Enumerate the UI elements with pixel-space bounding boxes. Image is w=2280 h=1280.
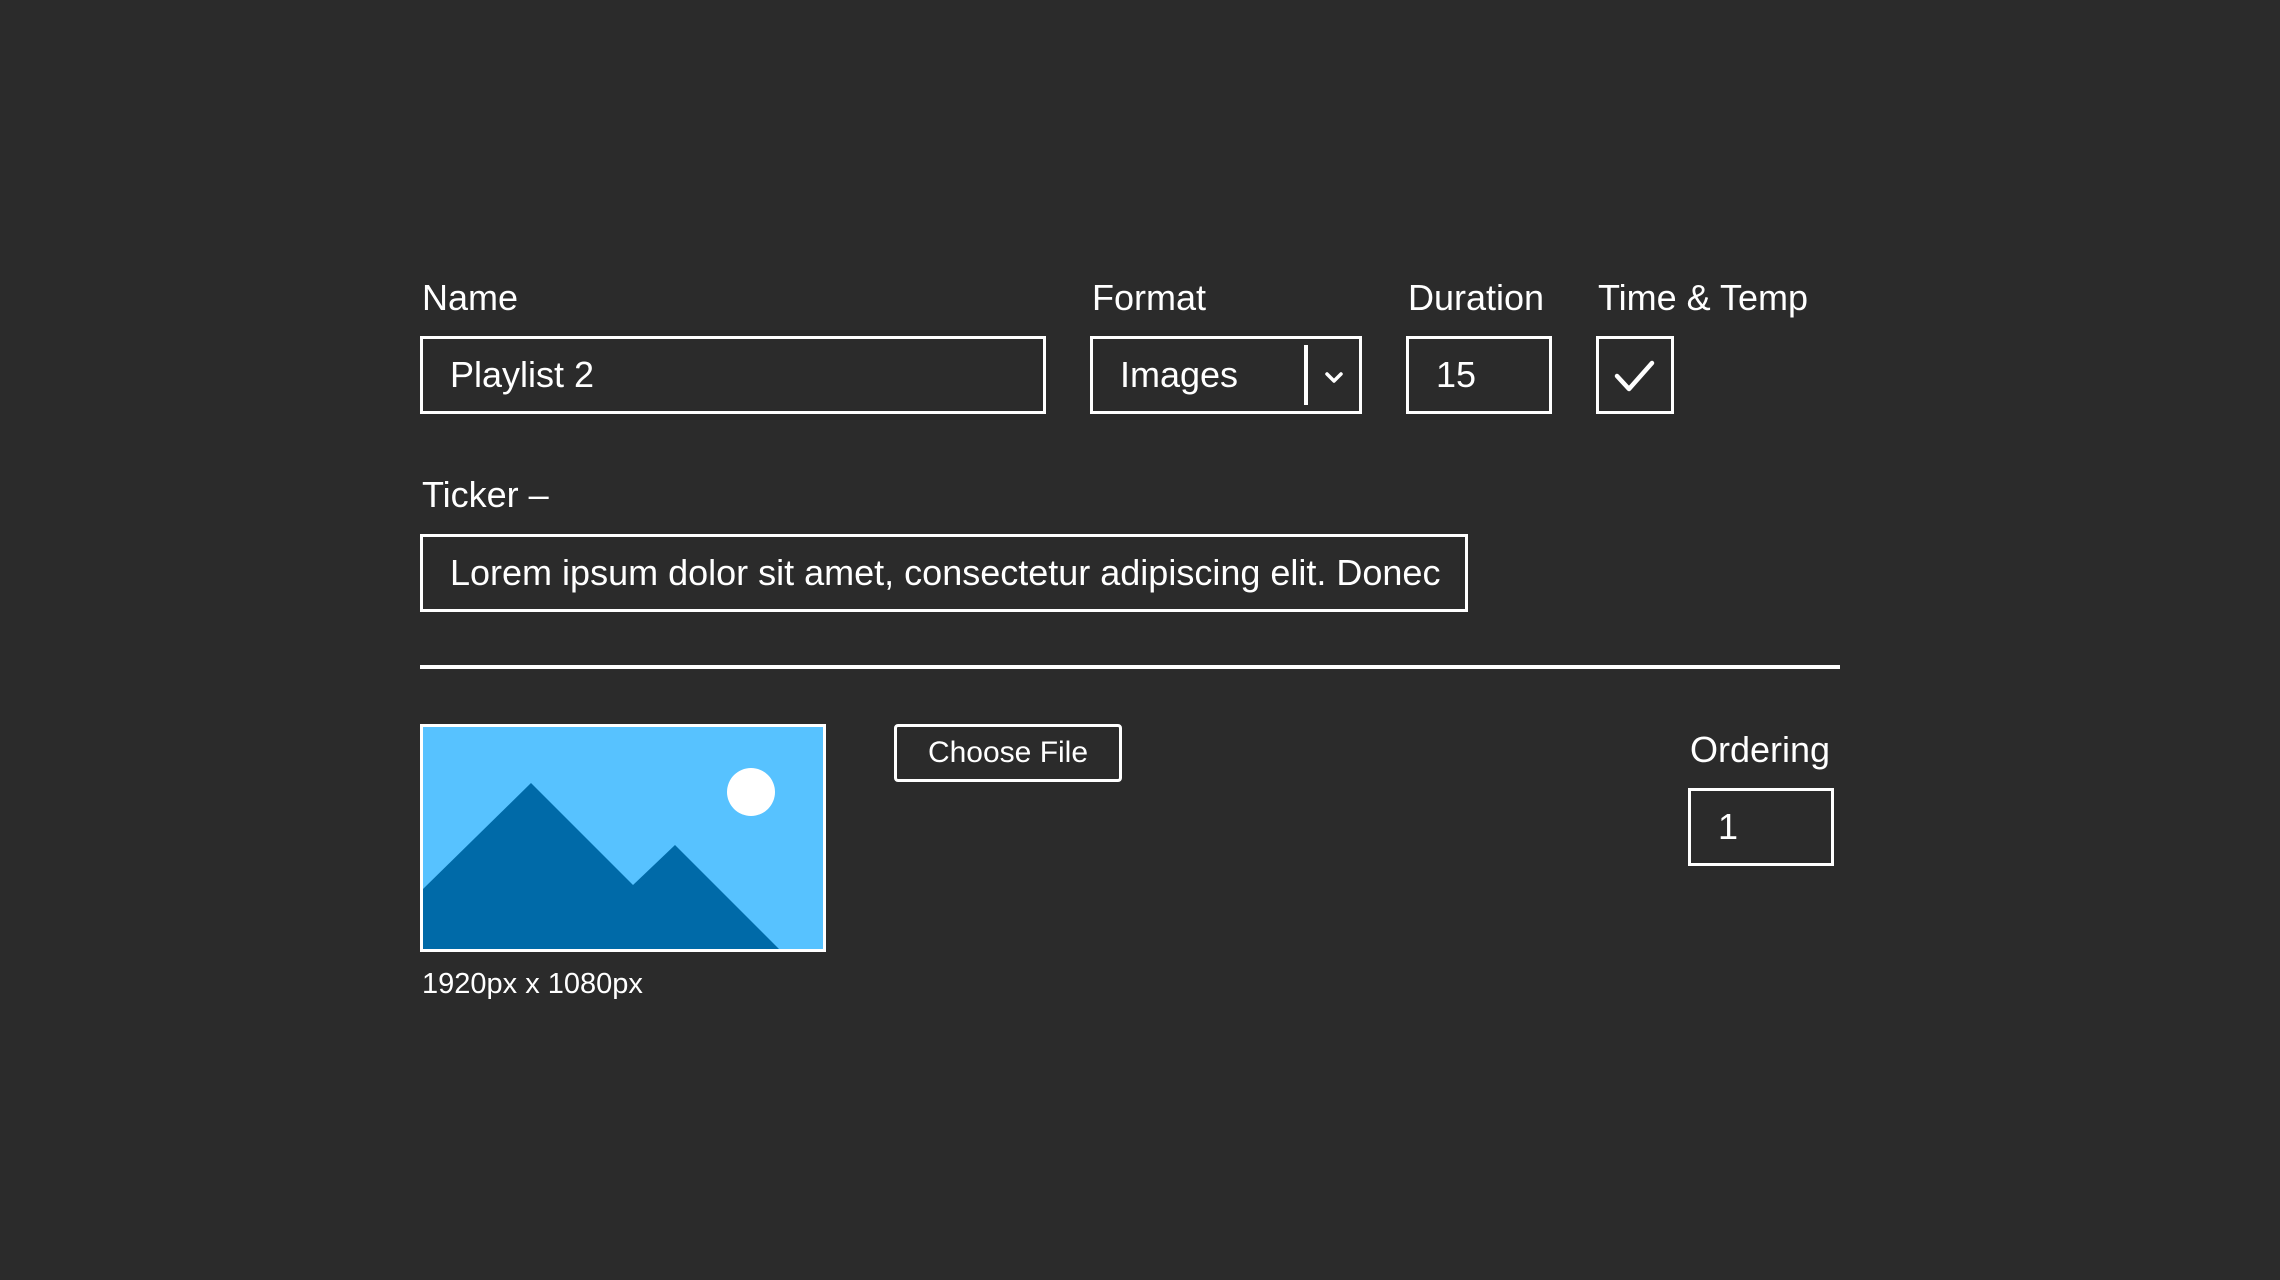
time-temp-label: Time & Temp bbox=[1598, 277, 1809, 318]
format-select-value: Images bbox=[1120, 354, 1239, 395]
image-placeholder-icon bbox=[420, 724, 826, 952]
image-preview bbox=[423, 727, 823, 949]
section-divider bbox=[420, 665, 1840, 669]
time-temp-checkbox[interactable] bbox=[1596, 336, 1674, 414]
playlist-editor: Name Playlist 2 Format Images Duration 1… bbox=[0, 0, 2280, 1280]
duration-input[interactable]: 15 bbox=[1406, 336, 1552, 414]
chevron-down-icon[interactable] bbox=[1319, 363, 1349, 393]
name-input[interactable]: Playlist 2 bbox=[420, 336, 1046, 414]
duration-label: Duration bbox=[1408, 277, 1545, 318]
select-divider bbox=[1304, 345, 1308, 405]
ordering-input[interactable]: 1 bbox=[1688, 788, 1834, 866]
ordering-label: Ordering bbox=[1690, 729, 1831, 770]
image-dimensions: 1920px x 1080px bbox=[422, 968, 643, 1000]
format-select[interactable]: Images bbox=[1090, 336, 1362, 414]
choose-file-button[interactable]: Choose File bbox=[894, 724, 1122, 782]
ticker-label: Ticker – bbox=[422, 474, 549, 515]
name-label: Name bbox=[422, 277, 519, 318]
format-label: Format bbox=[1092, 277, 1207, 318]
checkmark-icon bbox=[1614, 360, 1655, 392]
ticker-input[interactable]: Lorem ipsum dolor sit amet, consectetur … bbox=[420, 534, 1468, 612]
